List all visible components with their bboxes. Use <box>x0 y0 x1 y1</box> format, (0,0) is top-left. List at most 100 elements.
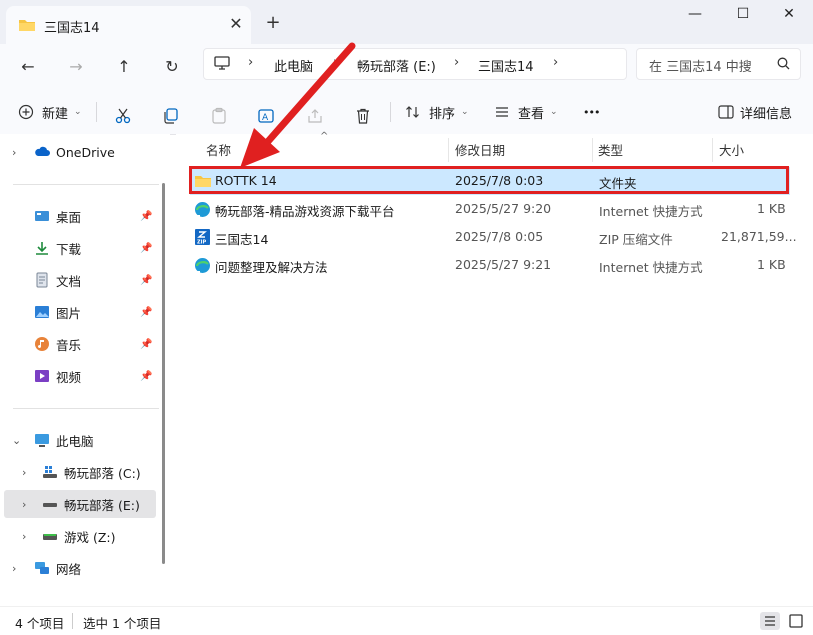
minimize-button[interactable]: — <box>680 6 710 26</box>
delete-icon[interactable] <box>354 104 372 128</box>
file-date: 2025/7/8 0:03 <box>455 173 544 188</box>
pin-icon: 📌 <box>140 338 153 350</box>
sidebar-item-this-pc[interactable]: ⌄ 此电脑 <box>0 426 160 454</box>
back-arrow-icon[interactable]: ← <box>15 54 41 80</box>
selection-count: 选中 1 个项目 <box>83 616 162 631</box>
search-box[interactable]: 在 三国志14 中搜 <box>636 48 801 80</box>
file-type: Internet 快捷方式 <box>599 204 703 219</box>
collapse-chevron-icon[interactable]: ⌄ <box>12 434 21 447</box>
pin-icon: 📌 <box>140 306 153 318</box>
sidebar-item-label: 游戏 (Z:) <box>64 529 116 545</box>
zip-icon: ZIP <box>195 229 210 246</box>
close-button[interactable]: ✕ <box>774 6 804 26</box>
breadcrumb-current-folder[interactable]: 三国志14 <box>478 56 534 75</box>
expand-chevron-icon[interactable]: › <box>12 146 16 159</box>
computer-icon <box>35 434 49 447</box>
details-pane-label: 详细信息 <box>740 106 793 122</box>
details-view-icon[interactable] <box>760 612 780 630</box>
pin-icon: 📌 <box>140 210 153 222</box>
file-type: ZIP 压缩文件 <box>599 232 673 247</box>
desktop-icon <box>35 211 49 221</box>
table-row[interactable]: ROTTK 14 2025/7/8 0:03 文件夹 <box>190 167 790 195</box>
sort-button-label: 排序 <box>429 106 456 122</box>
forward-arrow-icon[interactable]: → <box>63 54 89 80</box>
expand-chevron-icon[interactable]: › <box>12 562 16 575</box>
new-button[interactable]: 新建 ⌄ <box>18 100 82 124</box>
drive-icon <box>43 503 57 507</box>
computer-icon <box>214 56 230 70</box>
tab-close-button[interactable]: ✕ <box>226 14 246 34</box>
sidebar-item-label: 文档 <box>56 273 82 289</box>
sidebar-item-network[interactable]: › 网络 <box>0 554 160 582</box>
sidebar-item-drive-e[interactable]: › 畅玩部落 (E:) <box>4 490 156 518</box>
maximize-button[interactable]: ☐ <box>728 6 758 26</box>
view-list-icon <box>496 107 508 117</box>
sidebar-item-videos[interactable]: 视频 📌 <box>0 362 160 390</box>
chevron-down-icon: ⌄ <box>550 107 558 117</box>
up-arrow-icon[interactable]: ↑ <box>111 54 137 80</box>
address-bar[interactable]: › 此电脑 › 畅玩部落 (E:) › 三国志14 › <box>203 48 627 80</box>
folder-icon <box>195 176 211 187</box>
more-options-icon[interactable]: ••• <box>583 100 600 124</box>
new-tab-button[interactable]: + <box>262 12 284 34</box>
file-name: 问题整理及解决方法 <box>215 260 328 275</box>
sidebar-item-downloads[interactable]: 下载 📌 <box>0 234 160 262</box>
expand-chevron-icon[interactable]: › <box>22 530 26 543</box>
column-header-type[interactable]: 类型 <box>598 140 623 159</box>
divider <box>13 408 159 409</box>
sidebar-item-onedrive[interactable]: › OneDrive <box>0 138 160 166</box>
tab-active[interactable]: 三国志14 ✕ <box>6 6 251 44</box>
column-divider[interactable] <box>592 138 593 162</box>
sidebar-item-label: 下载 <box>56 241 82 257</box>
sidebar-item-documents[interactable]: 文档 📌 <box>0 266 160 294</box>
column-header-date[interactable]: 修改日期 <box>455 140 505 159</box>
file-date: 2025/5/27 9:20 <box>455 201 552 216</box>
sidebar-item-label: 网络 <box>56 561 82 577</box>
view-button-label: 查看 <box>518 106 545 122</box>
details-pane-icon <box>718 105 734 119</box>
table-row[interactable]: 问题整理及解决方法 2025/5/27 9:21 Internet 快捷方式 1… <box>190 251 790 279</box>
sort-ascending-icon: ^ <box>320 131 329 142</box>
system-drive-icon <box>43 466 57 478</box>
sidebar-item-drive-z[interactable]: › 游戏 (Z:) <box>0 522 160 550</box>
column-divider[interactable] <box>712 138 713 162</box>
toolbar-divider <box>390 102 391 122</box>
table-row[interactable]: ZIP 三国志14 2025/7/8 0:05 ZIP 压缩文件 21,871,… <box>190 223 797 251</box>
share-icon[interactable] <box>306 104 324 128</box>
view-button[interactable]: 查看 ⌄ <box>494 100 558 124</box>
music-icon <box>35 337 49 351</box>
sidebar-item-drive-c[interactable]: › 畅玩部落 (C:) <box>0 458 160 486</box>
column-header-name[interactable]: 名称 <box>206 140 231 159</box>
breadcrumb-separator: › <box>454 55 460 70</box>
plus-circle-icon <box>18 104 34 120</box>
cloud-icon <box>35 146 50 156</box>
sidebar-item-desktop[interactable]: 桌面 📌 <box>0 202 160 230</box>
refresh-icon[interactable]: ↻ <box>159 54 185 80</box>
pin-icon: 📌 <box>140 370 153 382</box>
internet-shortcut-icon <box>195 258 210 273</box>
file-name: 畅玩部落-精品游戏资源下载平台 <box>215 204 395 219</box>
tiles-view-icon[interactable] <box>786 612 806 630</box>
details-pane-button[interactable]: 详细信息 <box>718 100 792 124</box>
breadcrumb-drive-e[interactable]: 畅玩部落 (E:) <box>357 56 436 75</box>
column-divider[interactable] <box>448 138 449 162</box>
file-size: 1 KB <box>757 257 786 272</box>
pin-icon: 📌 <box>140 242 153 254</box>
sidebar-item-pictures[interactable]: 图片 📌 <box>0 298 160 326</box>
column-header-size[interactable]: 大小 <box>719 140 744 159</box>
search-input[interactable]: 在 三国志14 中搜 <box>649 56 752 75</box>
expand-chevron-icon[interactable]: › <box>22 466 26 479</box>
paste-icon[interactable] <box>210 104 228 128</box>
expand-chevron-icon[interactable]: › <box>22 498 26 511</box>
breadcrumb-separator: › <box>553 55 559 70</box>
breadcrumb-this-pc[interactable]: 此电脑 <box>274 56 313 75</box>
sidebar-scrollbar[interactable] <box>162 183 165 564</box>
table-row[interactable]: 畅玩部落-精品游戏资源下载平台 2025/5/27 9:20 Internet … <box>190 195 790 223</box>
rename-icon[interactable]: A <box>258 104 276 128</box>
cut-icon[interactable] <box>114 104 132 128</box>
sort-button[interactable]: 排序 ⌄ <box>405 100 469 124</box>
sidebar-item-music[interactable]: 音乐 📌 <box>0 330 160 358</box>
new-button-label: 新建 <box>42 106 69 122</box>
command-bar: 新建 ⌄ A 排序 ⌄ 查看 ⌄ ••• 详细信息 <box>0 90 813 135</box>
copy-icon[interactable] <box>162 104 180 128</box>
